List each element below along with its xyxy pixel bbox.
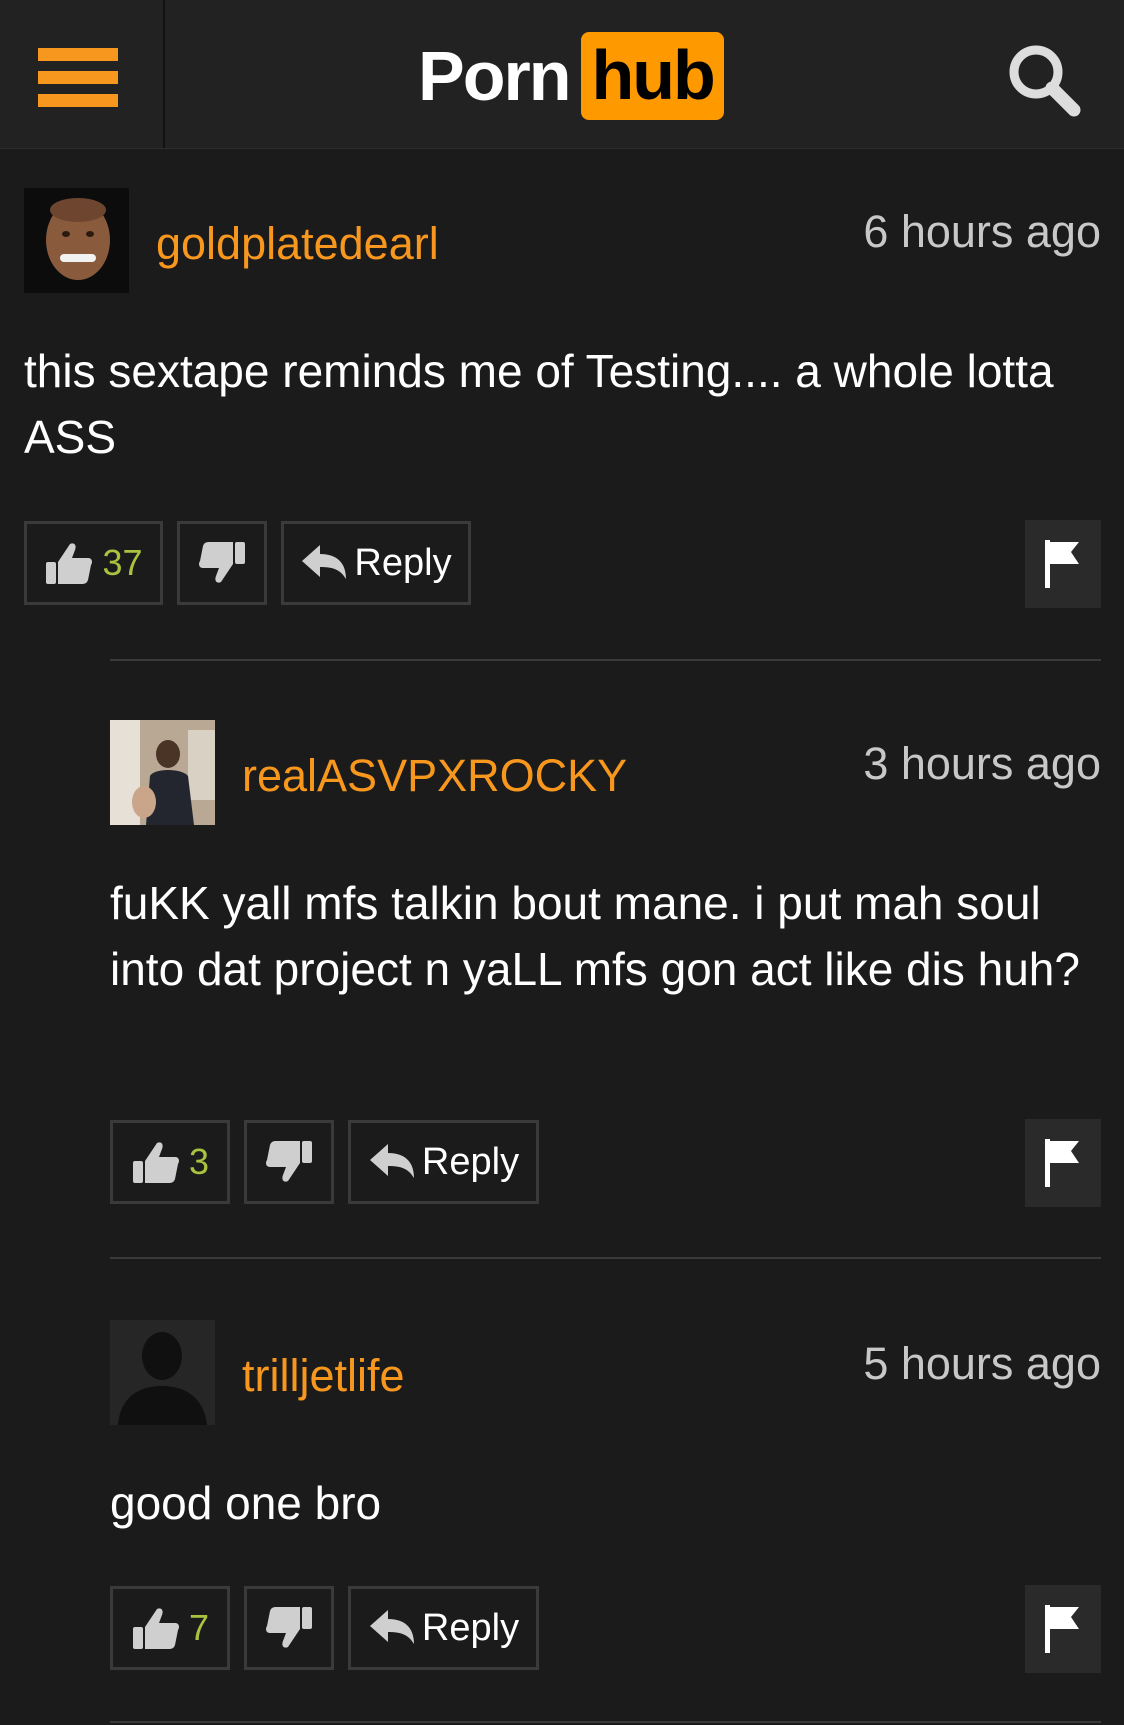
- reply-label: Reply: [421, 1606, 520, 1649]
- like-count: 37: [102, 542, 143, 583]
- comment: trilljetlife 5 hours ago good one bro 7 …: [110, 1320, 1101, 1680]
- thumbs-down-icon: [199, 542, 245, 583]
- flag-icon: [1045, 540, 1079, 588]
- like-count: 3: [188, 1141, 210, 1182]
- comment-text: good one bro: [110, 1477, 382, 1529]
- dislike-button[interactable]: [244, 1586, 334, 1670]
- dislike-button[interactable]: [244, 1120, 334, 1204]
- avatar[interactable]: [24, 188, 129, 293]
- comment: realASVPXROCKY 3 hours ago fuKK yall mfs…: [110, 720, 1101, 1207]
- report-flag-button[interactable]: [1025, 1119, 1101, 1207]
- search-icon: [1009, 45, 1081, 117]
- like-button[interactable]: 7: [110, 1586, 230, 1670]
- reply-arrow-icon: [369, 1144, 414, 1178]
- dislike-button[interactable]: [177, 521, 267, 605]
- reply-label: Reply: [421, 1140, 520, 1183]
- comment-timestamp: 3 hours ago: [863, 738, 1101, 789]
- site-logo[interactable]: Porn hub: [418, 30, 724, 122]
- user-avatar-photo: [110, 720, 215, 825]
- avatar[interactable]: [110, 1320, 215, 1425]
- thumbs-down-icon: [266, 1141, 312, 1182]
- flag-icon: [1045, 1605, 1079, 1653]
- comment-timestamp: 6 hours ago: [863, 206, 1101, 257]
- default-avatar-silhouette-icon: [110, 1320, 215, 1425]
- comment-text: fuKK yall mfs talkin bout mane. i put ma…: [110, 877, 1080, 995]
- comment-timestamp: 5 hours ago: [863, 1338, 1101, 1389]
- reply-button[interactable]: Reply: [348, 1120, 539, 1204]
- username-link[interactable]: trilljetlife: [242, 1350, 405, 1402]
- reply-arrow-icon: [369, 1610, 414, 1644]
- top-bar: Porn hub: [0, 0, 1124, 149]
- reply-label: Reply: [354, 541, 452, 584]
- like-count: 7: [188, 1607, 210, 1648]
- thumbs-up-icon: [132, 1608, 179, 1649]
- logo-text-porn: Porn: [418, 37, 571, 115]
- divider: [110, 1257, 1101, 1259]
- report-flag-button[interactable]: [1025, 520, 1101, 608]
- user-avatar-photo: [24, 188, 129, 293]
- thumbs-down-icon: [266, 1607, 312, 1648]
- divider: [110, 1721, 1101, 1723]
- divider: [110, 659, 1101, 661]
- reply-arrow-icon: [302, 545, 347, 579]
- thumbs-up-icon: [46, 543, 93, 584]
- menu-bar-icon: [38, 48, 118, 61]
- like-button[interactable]: 3: [110, 1120, 230, 1204]
- username-link[interactable]: realASVPXROCKY: [242, 750, 627, 802]
- like-button[interactable]: 37: [24, 521, 163, 605]
- menu-bar-icon: [38, 71, 118, 84]
- comment: goldplatedearl 6 hours ago this sextape …: [24, 188, 1101, 613]
- avatar[interactable]: [110, 720, 215, 825]
- thumbs-up-icon: [132, 1142, 179, 1183]
- flag-icon: [1045, 1139, 1079, 1187]
- menu-bar-icon: [38, 94, 118, 107]
- reply-button[interactable]: Reply: [348, 1586, 539, 1670]
- hamburger-menu-button[interactable]: [0, 0, 165, 148]
- search-button[interactable]: [1004, 40, 1084, 120]
- report-flag-button[interactable]: [1025, 1585, 1101, 1673]
- logo-text-hub: hub: [581, 32, 724, 120]
- reply-button[interactable]: Reply: [281, 521, 471, 605]
- username-link[interactable]: goldplatedearl: [156, 218, 439, 270]
- comment-text: this sextape reminds me of Testing.... a…: [24, 345, 1054, 463]
